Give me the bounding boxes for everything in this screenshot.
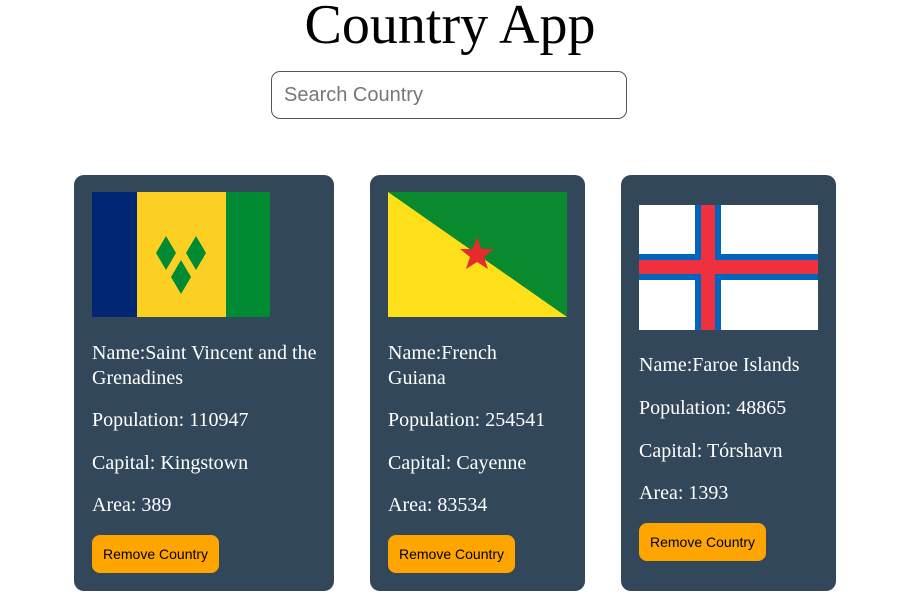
page-title: Country App: [304, 0, 596, 56]
faroe-islands-flag-icon: [639, 205, 818, 330]
country-capital: Capital: Kingstown: [92, 452, 249, 474]
country-area: Area: 389: [92, 494, 172, 516]
search-input[interactable]: [271, 71, 627, 119]
country-name: Name:Saint Vincent and the Grenadines: [92, 342, 317, 389]
remove-country-button[interactable]: Remove Country: [92, 535, 220, 573]
country-card: Name:Faroe Islands Population: 48865 Cap…: [621, 175, 836, 591]
country-card: Name:Saint Vincent and the Grenadines Po…: [74, 175, 334, 591]
country-population: Population: 110947: [92, 409, 249, 431]
country-name: Name:Faroe Islands: [639, 354, 800, 376]
country-capital: Capital: Tórshavn: [639, 440, 783, 462]
country-population: Population: 254541: [388, 409, 546, 431]
remove-country-button[interactable]: Remove Country: [639, 523, 767, 561]
country-name: Name:French Guiana: [388, 342, 497, 389]
saint-vincent-flag-icon: [92, 192, 270, 317]
country-area: Area: 1393: [639, 482, 729, 504]
french-guiana-flag-icon: [388, 192, 567, 317]
remove-country-button[interactable]: Remove Country: [388, 535, 516, 573]
country-population: Population: 48865: [639, 397, 787, 419]
country-card: Name:French Guiana Population: 254541 Ca…: [370, 175, 585, 591]
country-capital: Capital: Cayenne: [388, 452, 527, 474]
country-area: Area: 83534: [388, 494, 488, 516]
